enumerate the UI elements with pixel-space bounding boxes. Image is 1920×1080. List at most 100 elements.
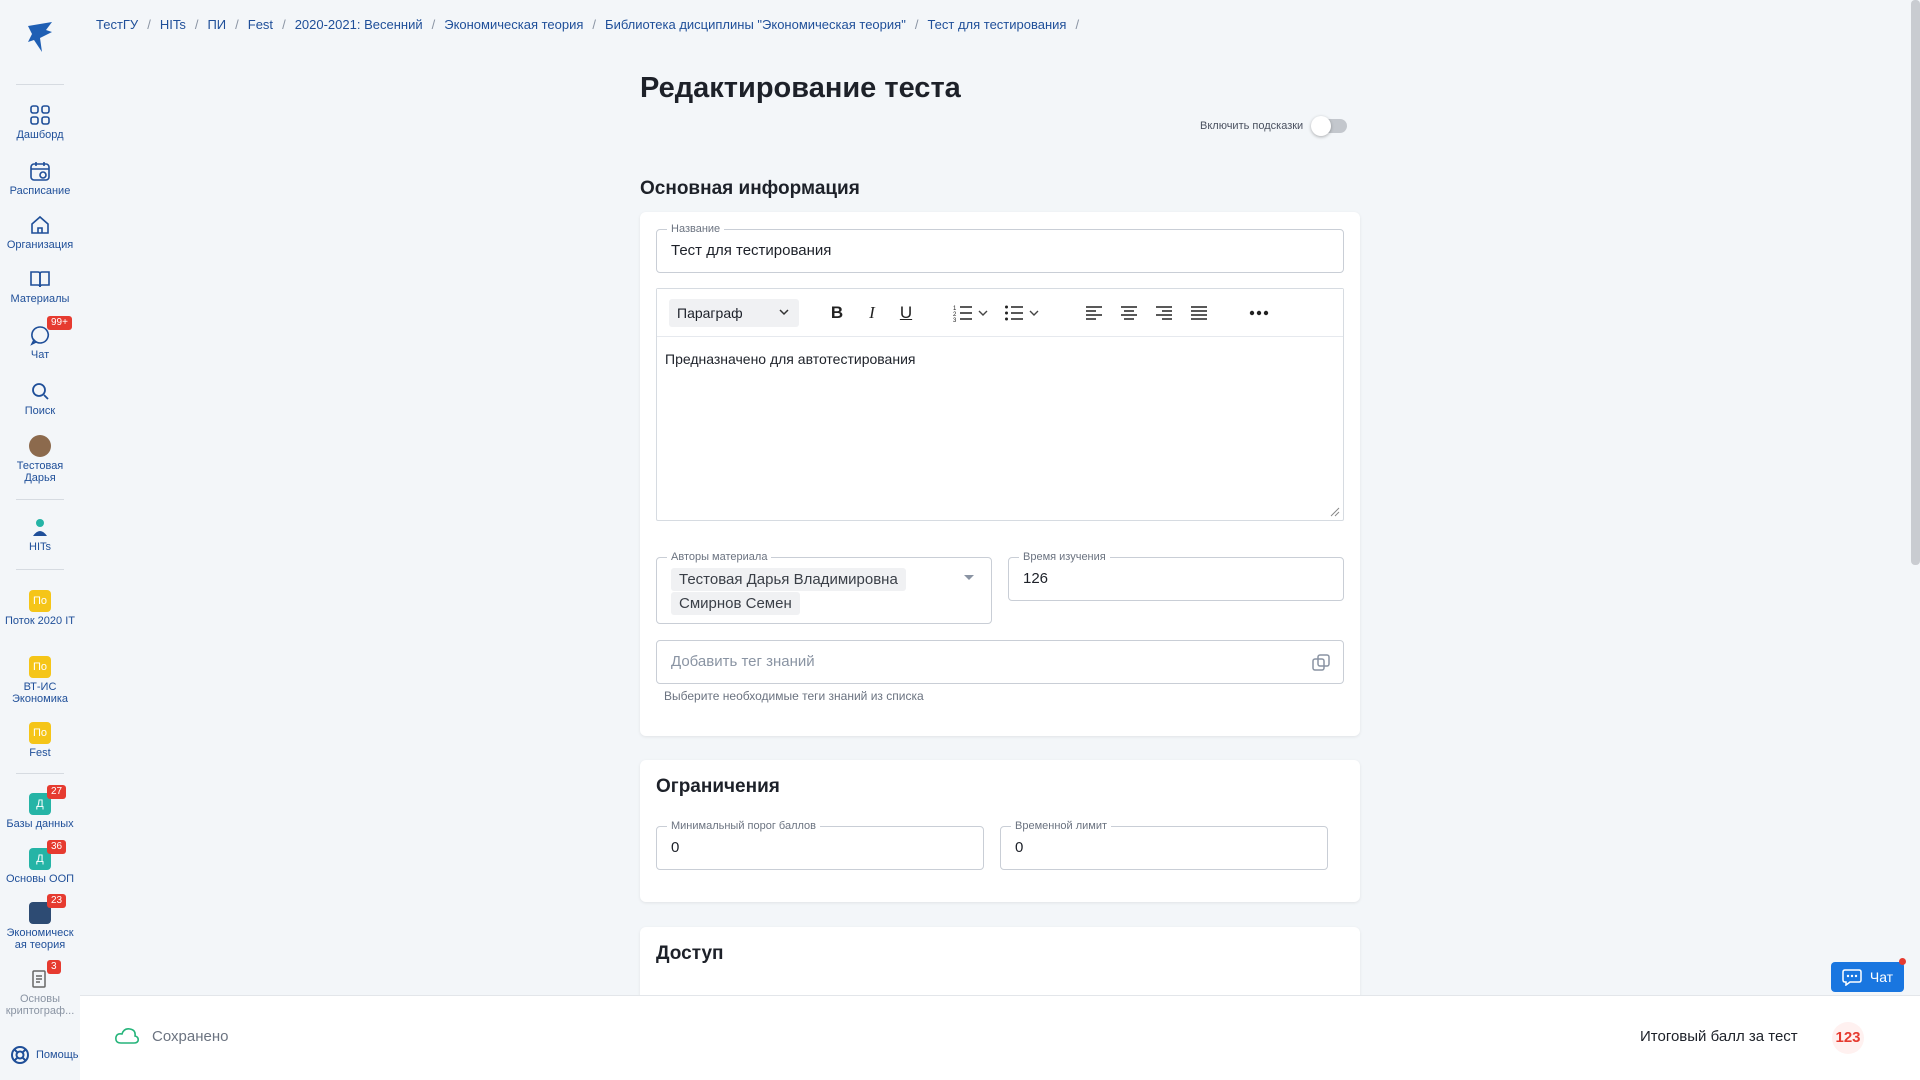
numbered-list-button[interactable]: 123 <box>951 301 975 325</box>
italic-button[interactable]: I <box>860 301 884 325</box>
name-field[interactable]: Название Тест для тестирования <box>656 223 1344 273</box>
breadcrumb-item[interactable]: Fest <box>248 17 273 32</box>
align-right-button[interactable] <box>1152 301 1176 325</box>
book-icon <box>29 268 51 290</box>
breadcrumb-item[interactable]: ТестГУ <box>96 17 138 32</box>
name-field-value: Тест для тестирования <box>671 242 832 259</box>
page-scrollbar[interactable] <box>1911 0 1920 565</box>
breadcrumb-item[interactable]: 2020-2021: Весенний <box>295 17 423 32</box>
sidebar-item-economics[interactable]: 23 Экономическая теория <box>0 894 80 951</box>
sidebar-label: HITs <box>29 541 51 553</box>
time-limit-value: 0 <box>1015 839 1024 856</box>
chat-button[interactable]: Чат <box>1831 958 1906 992</box>
sidebar-item-dashboard[interactable]: Дашборд <box>0 104 80 141</box>
bullet-list-icon <box>1005 305 1023 321</box>
sidebar-label: Fest <box>29 747 51 759</box>
sidebar-label: Чат <box>30 349 50 361</box>
sidebar-item-search[interactable]: Поиск <box>0 380 80 417</box>
sidebar-label: ВТ-ИС Экономика <box>11 681 69 705</box>
sidebar-item-oop[interactable]: Д 36 Основы ООП <box>0 840 80 885</box>
sidebar-label: Поток 2020 IT <box>5 615 75 627</box>
editor-toolbar: Параграф B I U 123 <box>657 289 1343 337</box>
hints-toggle-row: Включить подсказки <box>1200 116 1348 136</box>
author-chip[interactable]: Смирнов Семен <box>671 592 800 615</box>
sidebar-item-vt-is[interactable]: По ВТ-ИС Экономика <box>0 656 80 705</box>
min-score-value: 0 <box>671 839 680 856</box>
sidebar-label: Основы ООП <box>5 873 75 885</box>
sidebar-item-fest[interactable]: По Fest <box>0 722 80 759</box>
breadcrumb-sep: / <box>147 17 151 32</box>
breadcrumb-sep: / <box>194 17 199 32</box>
numbered-list-icon: 123 <box>953 306 972 322</box>
sidebar-item-schedule[interactable]: Расписание <box>0 160 80 197</box>
knowledge-tag-placeholder: Добавить тег знаний <box>671 653 815 670</box>
count-badge: 23 <box>47 894 67 908</box>
sidebar-item-profile[interactable]: Тестовая Дарья <box>0 435 80 484</box>
time-limit-label: Временной лимит <box>1011 820 1112 832</box>
breadcrumb-item[interactable]: Экономическая теория <box>444 17 583 32</box>
align-left-button[interactable] <box>1082 301 1106 325</box>
align-left-icon <box>1086 306 1102 320</box>
paragraph-format-select[interactable]: Параграф <box>669 299 799 327</box>
section-title-access: Доступ <box>656 943 724 964</box>
breadcrumb-sep: / <box>1075 17 1080 32</box>
sidebar-label: Организация <box>6 239 74 251</box>
bullet-list-dropdown[interactable] <box>1026 301 1042 325</box>
notification-dot <box>1899 958 1906 965</box>
min-score-field[interactable]: Минимальный порог баллов 0 <box>656 820 984 870</box>
chevron-down-icon <box>978 310 988 316</box>
count-badge: 27 <box>47 785 67 799</box>
course-initial: Д <box>36 798 44 810</box>
study-time-field[interactable]: Время изучения 126 <box>1008 551 1344 601</box>
chat-bubble-icon <box>1842 969 1862 986</box>
time-limit-field[interactable]: Временной лимит 0 <box>1000 820 1328 870</box>
authors-select[interactable]: Авторы материала Тестовая Дарья Владимир… <box>656 551 992 624</box>
breadcrumb-item[interactable]: ПИ <box>207 17 226 32</box>
group-square: По <box>29 722 51 744</box>
sidebar-item-chat[interactable]: 99+ Чат <box>0 316 80 361</box>
more-options-button[interactable] <box>1247 301 1271 325</box>
sidebar-label: Материалы <box>10 293 70 305</box>
numbered-list-dropdown[interactable] <box>975 301 991 325</box>
align-center-button[interactable] <box>1117 301 1141 325</box>
hints-toggle[interactable] <box>1311 116 1348 136</box>
breadcrumb-sep: / <box>282 17 286 32</box>
sidebar-item-stream-2020[interactable]: По Поток 2020 IT <box>0 590 80 627</box>
sidebar-item-crypto[interactable]: 3 Основы криптограф... <box>0 960 80 1017</box>
sidebar-item-materials[interactable]: Материалы <box>0 268 80 305</box>
sidebar-item-organization[interactable]: Организация <box>0 214 80 251</box>
sidebar-label: Дашборд <box>16 129 64 141</box>
more-horizontal-icon <box>1249 310 1269 316</box>
align-justify-icon <box>1191 306 1207 320</box>
breadcrumb-item[interactable]: Тест для тестирования <box>927 17 1066 32</box>
breadcrumb-item[interactable]: Библиотека дисциплины "Экономическая тео… <box>605 17 906 32</box>
app-logo[interactable] <box>22 18 58 56</box>
page-title: Редактирование теста <box>640 72 961 104</box>
align-center-icon <box>1121 306 1137 320</box>
course-initial: Д <box>36 853 44 865</box>
align-right-icon <box>1156 306 1172 320</box>
chat-icon: 99+ <box>29 316 72 346</box>
section-title-basic: Основная информация <box>640 178 860 199</box>
editor-content[interactable]: Предназначено для автотестирования <box>657 337 1343 381</box>
sidebar-label: Базы данных <box>6 818 74 830</box>
caret-down-icon[interactable] <box>963 574 975 582</box>
hints-label: Включить подсказки <box>1200 120 1304 132</box>
sidebar-item-databases[interactable]: Д 27 Базы данных <box>0 785 80 830</box>
chevron-down-icon <box>779 309 789 316</box>
course-square: Д 27 <box>29 785 67 815</box>
breadcrumb-item[interactable]: HITs <box>160 17 186 32</box>
help-link[interactable]: Помощь <box>10 1045 79 1065</box>
author-chip[interactable]: Тестовая Дарья Владимировна <box>671 568 906 591</box>
sidebar-item-hits[interactable]: HITs <box>0 516 80 553</box>
underline-button[interactable]: U <box>894 301 918 325</box>
resize-handle-icon[interactable] <box>1330 507 1340 517</box>
bold-button[interactable]: B <box>825 301 849 325</box>
study-time-label: Время изучения <box>1019 551 1110 563</box>
home-icon <box>29 214 51 236</box>
knowledge-tag-input[interactable]: Добавить тег знаний <box>656 640 1344 684</box>
align-justify-button[interactable] <box>1187 301 1211 325</box>
copy-icon[interactable] <box>1311 653 1331 673</box>
bullet-list-button[interactable] <box>1002 301 1026 325</box>
sidebar-divider <box>16 499 64 500</box>
